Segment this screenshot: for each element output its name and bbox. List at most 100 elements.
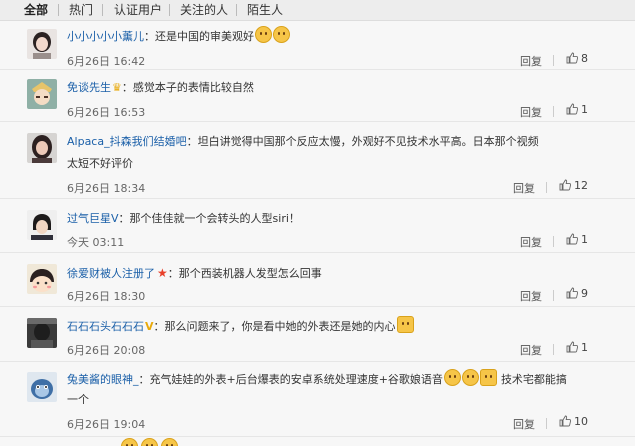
comment-feed: 全部 热门 认证用户 关注的人 陌生人 小小小小小薰儿：还是中国的审美观好 6月…	[0, 0, 635, 446]
comment-item: 石石石头石石石V：那么问题来了，你是看中她的外表还是她的内心 6月26日 20:…	[0, 307, 635, 362]
laughing-emoji-icon	[255, 26, 272, 43]
comment-time: 6月26日 18:30	[67, 290, 146, 303]
reply-button[interactable]: 回复	[520, 104, 542, 120]
comment-text-line: 兔美酱的眼神_：充气娃娃的外表+后台爆表的安卓系统处理速度+谷歌娘语音 技术宅都能…	[67, 369, 617, 391]
action-divider	[553, 290, 554, 301]
comment-time: 6月26日 18:34	[67, 182, 146, 195]
like-button[interactable]: 1	[566, 233, 588, 246]
like-count: 10	[574, 415, 588, 428]
tab-hot[interactable]: 热门	[69, 0, 93, 20]
username-link[interactable]: 免谈先生	[67, 81, 111, 94]
laughing-emoji-icon	[461, 369, 479, 386]
username-link[interactable]: 徐爱财被人注册了	[67, 267, 155, 280]
comment-time: 6月26日 20:08	[67, 344, 146, 357]
comment-text-line: 太短不好评价	[67, 153, 617, 175]
comment-time: 6月26日 19:04	[67, 418, 146, 431]
comment-text-line: Alpaca_抖森我们结婚吧：坦白讲觉得中国那个反应太慢，外观好不见技术水平高。…	[67, 131, 617, 153]
reply-button[interactable]: 回复	[520, 234, 542, 250]
tab-divider	[102, 4, 103, 16]
like-count: 12	[574, 179, 588, 192]
verified-v-badge-icon: V	[145, 320, 154, 333]
avatar[interactable]	[27, 210, 57, 240]
like-count: 8	[581, 52, 588, 65]
thumbs-up-icon	[566, 103, 578, 115]
comment-time: 6月26日 16:42	[67, 55, 146, 68]
like-button[interactable]: 9	[566, 287, 588, 300]
comment-item: Alpaca_抖森我们结婚吧：坦白讲觉得中国那个反应太慢，外观好不见技术水平高。…	[0, 122, 635, 199]
star-badge-icon: ★	[157, 266, 168, 280]
laughing-emoji-icon	[141, 438, 158, 446]
tab-all[interactable]: 全部	[24, 0, 48, 20]
comment-item: 过气巨星V：那个佳佳就一个会转头的人型siri！ 今天 03:11 回复 1	[0, 199, 635, 253]
action-divider	[546, 418, 547, 429]
username-link[interactable]: Alpaca_抖森我们结婚吧	[67, 135, 187, 148]
tab-divider	[169, 4, 170, 16]
reply-button[interactable]: 回复	[520, 288, 542, 304]
next-comment-emoji-row	[120, 438, 190, 446]
trophy-badge-icon: ♛	[112, 81, 122, 94]
tab-verified-users[interactable]: 认证用户	[114, 0, 162, 20]
avatar[interactable]	[27, 79, 57, 109]
cat-emoji-icon	[479, 369, 497, 386]
comment-text: ：那个佳佳就一个会转头的人型siri！	[118, 212, 300, 225]
comment-text-line: 小小小小小薰儿：还是中国的审美观好	[67, 26, 617, 48]
tab-following[interactable]: 关注的人	[180, 0, 228, 20]
laughing-emoji-icon	[443, 369, 461, 386]
like-button[interactable]: 10	[559, 415, 588, 428]
thumbs-up-icon	[559, 415, 571, 427]
laughing-emoji-icon	[273, 26, 290, 43]
avatar[interactable]	[27, 372, 57, 402]
reply-button[interactable]: 回复	[513, 416, 535, 432]
comment-text: ：感觉本子的表情比较自然	[121, 81, 254, 94]
comment-item: 徐爱财被人注册了 ★：那个西装机器人发型怎么回事 6月26日 18:30 回复 9	[0, 253, 635, 307]
comment-text-line: 石石石头石石石V：那么问题来了，你是看中她的外表还是她的内心	[67, 316, 617, 338]
reply-button[interactable]: 回复	[520, 53, 542, 69]
comment-text-continued: 太短不好评价	[67, 157, 133, 170]
action-divider	[553, 236, 554, 247]
comment-text: 技术宅都能搞	[500, 373, 567, 386]
comment-time: 6月26日 16:53	[67, 106, 146, 119]
avatar[interactable]	[27, 318, 57, 348]
comment-text-line: 一个	[67, 389, 617, 411]
comment-text-line: 徐爱财被人注册了 ★：那个西装机器人发型怎么回事	[67, 262, 617, 285]
comment-item: 兔美酱的眼神_：充气娃娃的外表+后台爆表的安卓系统处理速度+谷歌娘语音 技术宅都能…	[0, 362, 635, 437]
like-count: 1	[581, 103, 588, 116]
comment-text-continued: 一个	[67, 393, 89, 406]
tab-divider	[58, 4, 59, 16]
reply-button[interactable]: 回复	[513, 180, 535, 196]
action-divider	[553, 344, 554, 355]
comment-text-line: 免谈先生♛：感觉本子的表情比较自然	[67, 77, 617, 99]
comment-text: ：那么问题来了，你是看中她的外表还是她的内心	[153, 320, 396, 333]
comment-item: 免谈先生♛：感觉本子的表情比较自然 6月26日 16:53 回复 1	[0, 70, 635, 122]
like-count: 1	[581, 341, 588, 354]
action-divider	[553, 55, 554, 66]
like-button[interactable]: 12	[559, 179, 588, 192]
avatar[interactable]	[27, 264, 57, 294]
username-link[interactable]: 石石石头石石石	[67, 320, 144, 333]
tab-strangers[interactable]: 陌生人	[247, 0, 283, 20]
avatar[interactable]	[27, 133, 57, 163]
username-link[interactable]: 兔美酱的眼神_	[67, 373, 139, 386]
action-divider	[546, 182, 547, 193]
comment-text: ：还是中国的审美观好	[144, 30, 254, 43]
comment-text: ：充气娃娃的外表+后台爆表的安卓系统处理速度+谷歌娘语音	[138, 373, 443, 386]
username-link[interactable]: 过气巨星V	[67, 212, 119, 225]
comment-text: ：坦白讲觉得中国那个反应太慢，外观好不见技术水平高。日本那个视频	[186, 135, 539, 148]
like-button[interactable]: 1	[566, 103, 588, 116]
thumbs-up-icon	[566, 287, 578, 299]
thumbs-up-icon	[566, 341, 578, 353]
reply-button[interactable]: 回复	[520, 342, 542, 358]
like-count: 1	[581, 233, 588, 246]
avatar[interactable]	[27, 29, 57, 59]
thumbs-up-icon	[566, 52, 578, 64]
comment-item: 小小小小小薰儿：还是中国的审美观好 6月26日 16:42 回复 8	[0, 21, 635, 70]
like-count: 9	[581, 287, 588, 300]
like-button[interactable]: 1	[566, 341, 588, 354]
cat-emoji-icon	[396, 316, 414, 333]
laughing-emoji-icon	[121, 438, 138, 446]
laughing-emoji-icon	[161, 438, 178, 446]
like-button[interactable]: 8	[566, 52, 588, 65]
thumbs-up-icon	[566, 233, 578, 245]
username-link[interactable]: 小小小小小薰儿	[67, 30, 144, 43]
thumbs-up-icon	[559, 179, 571, 191]
